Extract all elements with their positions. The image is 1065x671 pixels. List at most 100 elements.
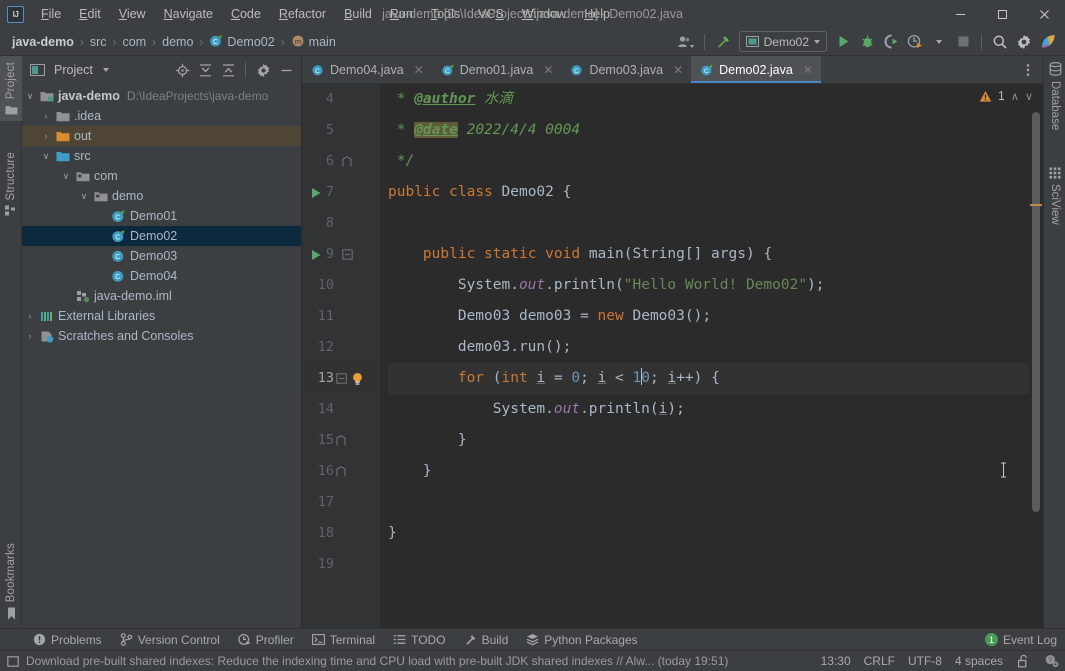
fold-end-icon[interactable] [336, 466, 346, 477]
tree-node-iml[interactable]: java-demo.iml [22, 286, 301, 306]
close-icon[interactable]: ✕ [671, 63, 685, 77]
tool-window-terminal[interactable]: Terminal [303, 631, 384, 649]
close-icon[interactable]: ✕ [801, 63, 815, 77]
editor-scrollbar[interactable] [1029, 84, 1043, 628]
tool-window-version-control[interactable]: Version Control [111, 631, 229, 649]
tree-node-demo01[interactable]: C Demo01 [22, 206, 301, 226]
status-message[interactable]: Download pre-built shared indexes: Reduc… [26, 654, 728, 668]
breadcrumb-item-method[interactable]: m main [287, 32, 340, 51]
breadcrumb-item-src[interactable]: src [86, 33, 111, 51]
tree-node-demo03[interactable]: C Demo03 [22, 246, 301, 266]
event-log-area[interactable]: 1 Event Log [985, 633, 1065, 647]
chevron-down-icon[interactable]: ∨ [38, 151, 54, 162]
tool-window-python-packages[interactable]: Python Packages [517, 631, 646, 649]
tab-demo03[interactable]: C Demo03.java ✕ [561, 56, 691, 83]
breadcrumb-item-demo[interactable]: demo [158, 33, 197, 51]
stop-icon[interactable] [952, 31, 974, 53]
close-icon[interactable]: ✕ [541, 63, 555, 77]
expand-all-icon[interactable] [194, 59, 216, 81]
tree-node-demo02[interactable]: C Demo02 [22, 226, 301, 246]
build-hammer-icon[interactable] [712, 31, 734, 53]
indent-setting[interactable]: 4 spaces [955, 654, 1003, 668]
editor-gutter[interactable]: 4 5 6 7 8 9 [302, 84, 380, 628]
run-gutter-icon[interactable] [310, 187, 322, 199]
intention-bulb-icon[interactable] [351, 372, 364, 386]
tab-demo01[interactable]: C Demo01.java ✕ [432, 56, 562, 83]
menu-vcs[interactable]: VCS [469, 3, 513, 25]
chevron-down-icon[interactable] [103, 68, 109, 72]
collapse-all-icon[interactable] [217, 59, 239, 81]
tree-node-scratches[interactable]: › Scratches and Consoles [22, 326, 301, 346]
menu-code[interactable]: Code [222, 3, 270, 25]
fold-open-icon[interactable] [336, 373, 347, 384]
tree-node-idea[interactable]: › .idea [22, 106, 301, 126]
ide-assistant-icon[interactable] [1037, 31, 1059, 53]
tab-demo04[interactable]: C Demo04.java ✕ [302, 56, 432, 83]
menu-window[interactable]: Window [513, 3, 575, 25]
debug-icon[interactable] [856, 31, 878, 53]
options-gear-icon[interactable] [252, 59, 274, 81]
file-encoding[interactable]: UTF-8 [908, 654, 942, 668]
tab-demo02[interactable]: C Demo02.java ✕ [691, 56, 821, 83]
chevron-right-icon[interactable]: › [38, 131, 54, 141]
run-coverage-icon[interactable] [880, 31, 902, 53]
menu-refactor[interactable]: Refactor [270, 3, 335, 25]
caret-position[interactable]: 13:30 [821, 654, 851, 668]
chevron-right-icon[interactable]: › [22, 311, 38, 321]
menu-view[interactable]: View [110, 3, 155, 25]
line-separator[interactable]: CRLF [864, 654, 895, 668]
fold-end-icon[interactable] [336, 435, 346, 446]
settings-gear-icon[interactable] [1013, 31, 1035, 53]
menu-tools[interactable]: Tools [422, 3, 469, 25]
sidebar-item-sciview[interactable]: SciView [1044, 161, 1065, 231]
tree-node-out[interactable]: › out [22, 126, 301, 146]
chevron-down-icon[interactable]: ∨ [22, 91, 38, 102]
chevron-down-icon[interactable]: ∨ [58, 171, 74, 182]
tree-node-external-libraries[interactable]: › External Libraries [22, 306, 301, 326]
chevron-right-icon[interactable]: › [38, 111, 54, 121]
maximize-button[interactable] [981, 0, 1023, 28]
menu-navigate[interactable]: Navigate [155, 3, 222, 25]
more-options-icon[interactable] [1017, 59, 1039, 81]
scrollbar-thumb[interactable] [1032, 112, 1040, 512]
sidebar-item-database[interactable]: Database [1044, 56, 1065, 136]
run-configuration-selector[interactable]: Demo02 [739, 31, 827, 52]
chevron-down-icon[interactable]: ∨ [76, 191, 92, 202]
fold-open-icon[interactable] [342, 249, 353, 260]
menu-file[interactable]: File [32, 3, 70, 25]
unlocked-icon[interactable] [1016, 654, 1031, 669]
code-editor[interactable]: * @author 水滴 * @date 2022/4/4 0004 */ pu… [380, 84, 1029, 628]
next-problem-icon[interactable]: ∨ [1025, 90, 1033, 103]
tree-node-src[interactable]: ∨ src [22, 146, 301, 166]
sidebar-item-bookmarks[interactable]: Bookmarks [0, 537, 22, 626]
tool-window-profiler[interactable]: Profiler [229, 631, 303, 649]
tool-window-build[interactable]: Build [455, 631, 518, 649]
profile-icon[interactable] [904, 31, 926, 53]
hide-icon[interactable] [275, 59, 297, 81]
tree-node-demo04[interactable]: C Demo04 [22, 266, 301, 286]
run-icon[interactable] [832, 31, 854, 53]
tool-window-problems[interactable]: Problems [24, 631, 111, 649]
account-icon[interactable] [675, 31, 697, 53]
tree-node-demo[interactable]: ∨ demo [22, 186, 301, 206]
close-button[interactable] [1023, 0, 1065, 28]
search-everywhere-icon[interactable] [989, 31, 1011, 53]
breadcrumb-item-com[interactable]: com [119, 33, 151, 51]
breadcrumb-item-class[interactable]: C Demo02 [205, 32, 278, 51]
warning-marker[interactable] [1030, 204, 1042, 206]
project-tree[interactable]: ∨ java-demo D:\IdeaProjects\java-demo › [22, 84, 301, 628]
menu-edit[interactable]: Edit [70, 3, 110, 25]
profile-dropdown-icon[interactable] [928, 31, 950, 53]
sidebar-item-structure[interactable]: Structure [0, 146, 22, 222]
breadcrumb-item-project[interactable]: java-demo [8, 33, 78, 51]
previous-problem-icon[interactable]: ∧ [1011, 90, 1019, 103]
close-icon[interactable]: ✕ [412, 63, 426, 77]
inspection-widget[interactable]: 1 ∧ ∨ [979, 89, 1033, 103]
menu-build[interactable]: Build [335, 3, 381, 25]
minimize-button[interactable] [939, 0, 981, 28]
tree-node-java-demo[interactable]: ∨ java-demo D:\IdeaProjects\java-demo [22, 86, 301, 106]
chevron-right-icon[interactable]: › [22, 331, 38, 341]
menu-help[interactable]: Help [575, 3, 619, 25]
run-gutter-icon[interactable] [310, 249, 322, 261]
inspection-profile-icon[interactable]: ? [1044, 654, 1059, 669]
